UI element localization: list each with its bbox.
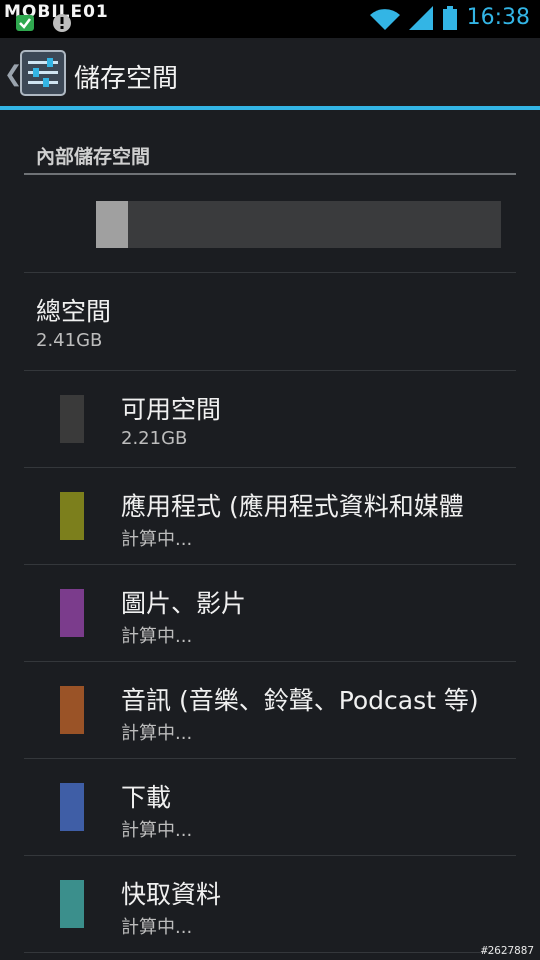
category-color-swatch (60, 686, 84, 734)
storage-category-audio[interactable]: 音訊 (音樂、鈴聲、Podcast 等) 計算中... (0, 661, 540, 757)
category-value: 計算中... (121, 820, 193, 841)
category-color-swatch (60, 492, 84, 540)
total-space-value: 2.41GB (36, 330, 103, 351)
storage-usage-used (96, 201, 129, 248)
status-bar: MOBILE01 16:38 (0, 0, 540, 38)
category-value: 計算中... (121, 529, 193, 550)
signal-icon (409, 6, 433, 30)
storage-category-cached-data[interactable]: 快取資料 計算中... (0, 855, 540, 951)
storage-usage-bar (96, 201, 501, 248)
storage-category-apps[interactable]: 應用程式 (應用程式資料和媒體 計算中... (0, 467, 540, 563)
category-title: 快取資料 (121, 880, 222, 909)
action-bar: ❮ 儲存空間 (0, 38, 540, 106)
category-color-swatch (60, 395, 84, 443)
divider (24, 952, 516, 953)
total-space-label: 總空間 (36, 297, 112, 326)
battery-icon (443, 6, 457, 30)
category-value: 計算中... (121, 626, 193, 647)
page-title: 儲存空間 (74, 64, 179, 94)
action-bar-accent-line (0, 106, 540, 110)
notification-icons (16, 14, 71, 32)
clock: 16:38 (466, 5, 530, 30)
category-title: 應用程式 (應用程式資料和媒體 (121, 492, 464, 521)
category-color-swatch (60, 880, 84, 928)
category-value: 計算中... (121, 917, 193, 938)
storage-category-downloads[interactable]: 下載 計算中... (0, 758, 540, 854)
category-value: 2.21GB (121, 428, 188, 449)
wifi-icon (370, 9, 400, 30)
settings-sliders-icon[interactable] (20, 50, 66, 96)
category-title: 可用空間 (121, 395, 222, 424)
section-divider (24, 173, 516, 175)
storage-category-available[interactable]: 可用空間 2.21GB (0, 370, 540, 466)
storage-category-pictures-videos[interactable]: 圖片、影片 計算中... (0, 564, 540, 660)
image-tag: #2627887 (481, 944, 534, 957)
category-title: 下載 (121, 783, 172, 812)
section-header-internal-storage: 內部儲存空間 (36, 146, 151, 168)
category-color-swatch (60, 589, 84, 637)
divider (24, 272, 516, 273)
category-color-swatch (60, 783, 84, 831)
category-value: 計算中... (121, 723, 193, 744)
category-title: 音訊 (音樂、鈴聲、Podcast 等) (121, 686, 479, 715)
category-title: 圖片、影片 (121, 589, 247, 618)
check-icon (16, 15, 34, 31)
